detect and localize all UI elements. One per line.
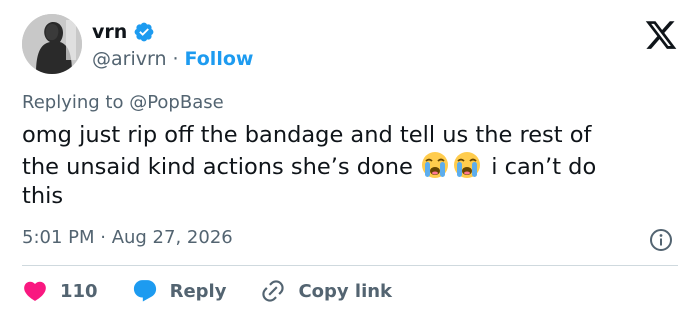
avatar[interactable]: [22, 14, 82, 74]
tweet-text-line-2: the unsaid kind actions she’s done i can…: [22, 150, 692, 182]
reply-label: Reply: [169, 280, 227, 302]
tweet-text-line-1: omg just rip off the bandage and tell us…: [22, 122, 592, 148]
tweet-card: vrn @arivrn · Follow Replying to @PopBas…: [0, 0, 700, 318]
speech-bubble-icon: [132, 278, 158, 304]
divider: [22, 265, 678, 266]
reply-context[interactable]: Replying to @PopBase: [22, 92, 224, 113]
separator-dot: ·: [172, 48, 179, 70]
follow-button[interactable]: Follow: [185, 48, 254, 70]
loudly-crying-face-emoji-icon: [420, 150, 450, 180]
copy-link-label: Copy link: [298, 280, 393, 302]
author-display-name[interactable]: vrn: [92, 21, 127, 43]
tweet-text-line-2-end: i can’t do: [484, 154, 597, 180]
author-handle-row: @arivrn · Follow: [92, 46, 253, 72]
like-button[interactable]: 110: [22, 278, 98, 304]
copy-link-button[interactable]: Copy link: [260, 278, 392, 304]
tweet-text-line-2-start: the unsaid kind actions she’s done: [22, 154, 413, 180]
like-count: 110: [60, 280, 98, 302]
info-icon[interactable]: [649, 228, 673, 252]
tweet-text: omg just rip off the bandage and tell us…: [22, 121, 692, 211]
author-name-row: vrn: [92, 17, 155, 47]
tweet-timestamp[interactable]: 5:01 PM · Aug 27, 2026: [22, 227, 233, 248]
x-logo-icon[interactable]: [644, 18, 678, 52]
author-handle[interactable]: @arivrn: [92, 48, 167, 70]
link-icon: [260, 278, 286, 304]
heart-icon: [22, 278, 48, 304]
loudly-crying-face-emoji-icon: [452, 150, 482, 180]
reply-button[interactable]: Reply: [132, 278, 227, 304]
tweet-text-line-3: this: [22, 183, 64, 209]
action-bar: 110 Reply Copy link: [22, 276, 424, 306]
verified-badge-icon: [133, 21, 155, 43]
